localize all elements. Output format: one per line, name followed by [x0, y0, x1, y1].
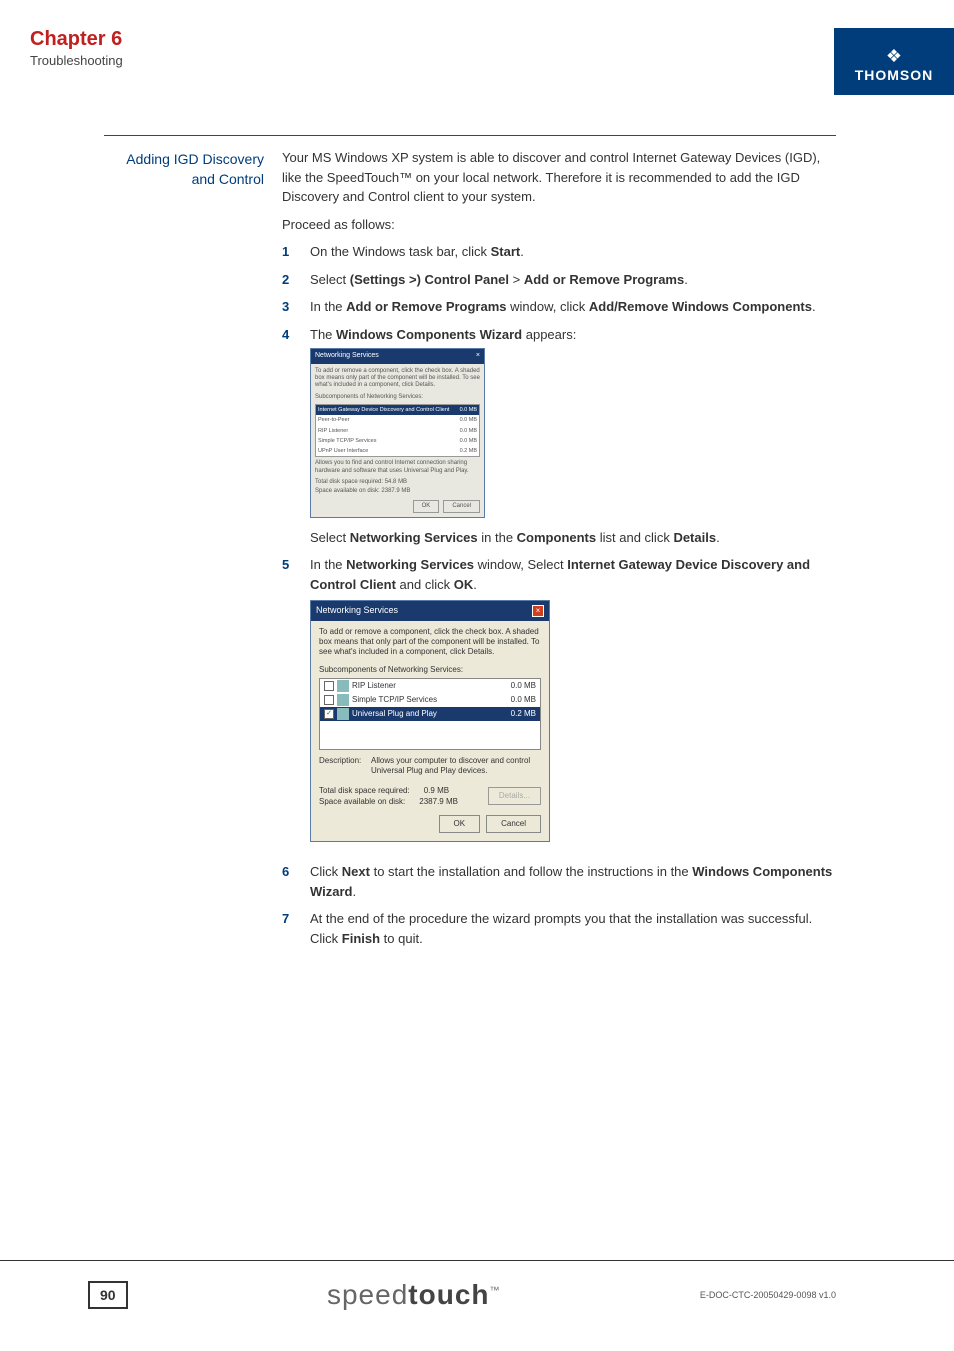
- list-item: Simple TCP/IP Services0.0 MB: [320, 693, 540, 707]
- step-number: 7: [282, 909, 296, 948]
- chapter-title: Chapter 6: [30, 28, 123, 51]
- list-item: RIP Listener0.0 MB: [320, 679, 540, 693]
- step-3-body: In the Add or Remove Programs window, cl…: [310, 297, 836, 317]
- step-number: 6: [282, 862, 296, 901]
- brand-logo: ❖ THOMSON: [834, 28, 954, 95]
- step-4-body: The Windows Components Wizard appears: N…: [310, 325, 836, 548]
- close-icon: ×: [476, 351, 480, 362]
- step-1-body: On the Windows task bar, click Start.: [310, 242, 836, 262]
- proceed-label: Proceed as follows:: [282, 215, 836, 235]
- step-number: 2: [282, 270, 296, 290]
- brand-icon: ❖: [848, 46, 940, 67]
- step-5: 5 In the Networking Services window, Sel…: [282, 555, 836, 854]
- close-icon: ×: [532, 605, 544, 617]
- list-item: UPnP User Interface0.2 MB: [316, 446, 479, 456]
- footer-brand: speedtouch™: [327, 1279, 501, 1311]
- page-number: 90: [88, 1281, 128, 1309]
- checkbox-icon: [324, 695, 334, 705]
- component-icon: [337, 708, 349, 720]
- component-icon: [337, 680, 349, 692]
- stats-row: Total disk space required:0.9 MB Space a…: [319, 785, 541, 807]
- screenshot-networking-services: Networking Services × To add or remove a…: [310, 600, 550, 842]
- brand-text: THOMSON: [848, 67, 940, 83]
- step-number: 3: [282, 297, 296, 317]
- list-item: Peer-to-Peer0.0 MB: [316, 415, 479, 425]
- list-item: Internet Gateway Device Discovery and Co…: [316, 405, 479, 415]
- checkbox-icon: [324, 681, 334, 691]
- divider: [104, 135, 836, 136]
- step-6-body: Click Next to start the installation and…: [310, 862, 836, 901]
- body-column: Your MS Windows XP system is able to dis…: [282, 148, 836, 956]
- list-item: RIP Listener0.0 MB: [316, 426, 479, 436]
- dialog-title: Networking Services×: [311, 349, 484, 364]
- intro-paragraph: Your MS Windows XP system is able to dis…: [282, 148, 836, 207]
- screenshot-components-wizard: Networking Services× To add or remove a …: [310, 348, 485, 518]
- dialog-body: To add or remove a component, click the …: [311, 621, 549, 841]
- list-item: Simple TCP/IP Services0.0 MB: [316, 436, 479, 446]
- component-list: Internet Gateway Device Discovery and Co…: [315, 404, 480, 457]
- step-number: 1: [282, 242, 296, 262]
- ok-button: OK: [439, 815, 481, 833]
- step-7-body: At the end of the procedure the wizard p…: [310, 909, 836, 948]
- step-4: 4 The Windows Components Wizard appears:…: [282, 325, 836, 548]
- step-number: 5: [282, 555, 296, 854]
- step-5-body: In the Networking Services window, Selec…: [310, 555, 836, 854]
- subcomponent-list: RIP Listener0.0 MB Simple TCP/IP Service…: [319, 678, 541, 750]
- cancel-button: Cancel: [486, 815, 541, 833]
- list-item: ✓Universal Plug and Play0.2 MB: [320, 707, 540, 721]
- dialog-title: Networking Services ×: [311, 601, 549, 621]
- step-2: 2 Select (Settings >) Control Panel > Ad…: [282, 270, 836, 290]
- section: Adding IGD Discovery and Control Your MS…: [104, 148, 836, 956]
- side-heading: Adding IGD Discovery and Control: [104, 148, 264, 956]
- dialog-body: To add or remove a component, click the …: [311, 364, 484, 517]
- step-6: 6 Click Next to start the installation a…: [282, 862, 836, 901]
- description-row: Description: Allows your computer to dis…: [319, 756, 541, 777]
- component-icon: [337, 694, 349, 706]
- cancel-button: Cancel: [443, 500, 480, 513]
- step-4-after: Select Networking Services in the Compon…: [310, 528, 836, 548]
- step-3: 3 In the Add or Remove Programs window, …: [282, 297, 836, 317]
- chapter-block: Chapter 6 Troubleshooting: [0, 28, 123, 68]
- step-1: 1 On the Windows task bar, click Start.: [282, 242, 836, 262]
- footer: 90 speedtouch™ E-DOC-CTC-20050429-0098 v…: [0, 1260, 954, 1311]
- step-number: 4: [282, 325, 296, 548]
- header: Chapter 6 Troubleshooting ❖ THOMSON: [0, 0, 954, 95]
- step-7: 7 At the end of the procedure the wizard…: [282, 909, 836, 948]
- step-list: 1 On the Windows task bar, click Start. …: [282, 242, 836, 948]
- ok-button: OK: [413, 500, 440, 513]
- details-button: Details...: [488, 787, 541, 805]
- content-area: Adding IGD Discovery and Control Your MS…: [104, 135, 836, 956]
- step-2-body: Select (Settings >) Control Panel > Add …: [310, 270, 836, 290]
- checkbox-icon: ✓: [324, 709, 334, 719]
- chapter-subtitle: Troubleshooting: [30, 53, 123, 68]
- document-id: E-DOC-CTC-20050429-0098 v1.0: [700, 1290, 836, 1300]
